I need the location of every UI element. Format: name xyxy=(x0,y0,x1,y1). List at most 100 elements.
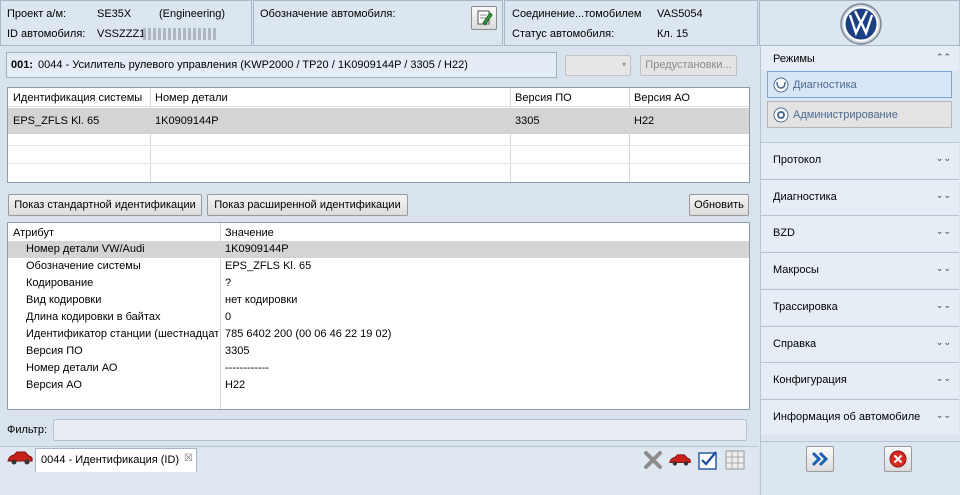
attr-name-cell: Обозначение системы xyxy=(26,260,141,272)
row-divider xyxy=(8,145,749,146)
presets-button[interactable]: Предустановки... xyxy=(640,55,737,76)
attr-name-cell: Кодирование xyxy=(26,277,94,289)
close-icon xyxy=(889,450,907,468)
project-value: SE35X xyxy=(97,8,132,20)
modes-header[interactable]: Режимы ⌃⌃ xyxy=(761,46,959,70)
modes-title: Режимы xyxy=(773,53,815,65)
vin-label: ID автомобиля: xyxy=(7,28,86,40)
module-title: 0044 - Усилитель рулевого управления (KW… xyxy=(38,59,468,71)
mode-administration[interactable]: Администрирование xyxy=(767,101,952,128)
col-header-value[interactable]: Значение xyxy=(225,227,274,239)
chevron-down-icon: ⌄⌄ xyxy=(935,299,951,310)
row-divider xyxy=(8,163,749,164)
attr-name-cell: Вид кодировки xyxy=(26,294,102,306)
sidebar-section[interactable]: Справка ⌄⌄ xyxy=(761,325,959,362)
sidebar-section[interactable]: Диагностика ⌄⌄ xyxy=(761,178,959,215)
project-mode: (Engineering) xyxy=(159,8,226,20)
col-header-hw[interactable]: Версия АО xyxy=(634,92,690,104)
sidebar-section[interactable]: Информация об автомобиле ⌄⌄ xyxy=(761,398,959,435)
mode-administration-label: Администрирование xyxy=(793,109,898,121)
attr-value-cell: 785 6402 200 (00 06 46 22 19 02) xyxy=(225,328,392,340)
show-extended-ident-button[interactable]: Показ расширенной идентификации xyxy=(207,194,408,216)
vin-value: VSSZZZ1 xyxy=(97,28,146,40)
designation-label: Обозначение автомобиля: xyxy=(260,8,396,20)
stethoscope-icon xyxy=(773,77,789,93)
attr-value-cell: ------------ xyxy=(225,362,269,374)
col-divider xyxy=(220,223,221,409)
connection-label: Соединение...томобилем xyxy=(512,8,642,20)
vw-logo xyxy=(840,3,882,45)
gear-icon xyxy=(773,107,789,123)
chevron-down-icon: ⌄⌄ xyxy=(935,153,951,163)
col-divider xyxy=(629,88,630,182)
sidebar-section[interactable]: Трассировка ⌄⌄ xyxy=(761,288,959,325)
attr-value-cell: 1K0909144P xyxy=(225,243,289,255)
attr-name-cell: Номер детали VW/Audi xyxy=(26,243,145,255)
car-icon[interactable] xyxy=(6,450,34,466)
refresh-button[interactable]: Обновить xyxy=(689,194,749,216)
tab-close-icon[interactable]: ☒ xyxy=(184,453,193,464)
tab-identification[interactable]: 0044 - Идентификация (ID) ☒ xyxy=(35,448,197,472)
header-vehicle-info: Проект а/м: SE35X (Engineering) ID автом… xyxy=(0,0,252,46)
cell-hw: H22 xyxy=(634,115,655,127)
header-connection: Соединение...томобилем VAS5054 Статус ав… xyxy=(504,0,758,46)
chevron-down-icon: ⌄⌄ xyxy=(935,226,951,237)
sidebar-section-label: Конфигурация xyxy=(773,374,847,387)
connection-value: VAS5054 xyxy=(657,8,703,20)
chevron-down-icon: ▾ xyxy=(621,60,626,69)
tab-identification-label: 0044 - Идентификация (ID) xyxy=(41,454,180,466)
show-standard-ident-button[interactable]: Показ стандартной идентификации xyxy=(8,194,202,216)
chevron-down-icon: ⌄⌄ xyxy=(935,263,951,274)
attr-value-cell: H22 xyxy=(225,379,246,391)
attr-value-cell: ? xyxy=(225,277,232,289)
filter-label: Фильтр: xyxy=(7,424,48,436)
mode-diagnostics[interactable]: Диагностика xyxy=(767,71,952,98)
filter-input[interactable] xyxy=(53,419,747,441)
sidebar: Режимы ⌃⌃ Диагностика Администрирование … xyxy=(760,46,960,441)
forward-icon xyxy=(811,451,829,467)
tools-icon[interactable] xyxy=(642,449,664,471)
header-designation: Обозначение автомобиля: xyxy=(253,0,503,46)
attr-name-cell: Номер детали АО xyxy=(26,362,118,374)
sidebar-section[interactable]: Протокол ⌄⌄ xyxy=(761,142,959,178)
sidebar-section[interactable]: BZD ⌄⌄ xyxy=(761,215,959,252)
cell-system: EPS_ZFLS Kl. 65 xyxy=(13,115,100,127)
attr-name-cell: Версия ПО xyxy=(26,345,83,357)
attr-name-cell: Длина кодировки в байтах xyxy=(26,311,161,323)
attr-name-cell: Версия АО xyxy=(26,379,82,391)
grid-icon[interactable] xyxy=(724,449,746,471)
sidebar-section[interactable]: Макросы ⌄⌄ xyxy=(761,252,959,289)
sidebar-section-label: Диагностика xyxy=(773,190,837,203)
col-divider xyxy=(510,88,511,182)
col-header-system[interactable]: Идентификация системы xyxy=(13,92,142,104)
col-header-sw[interactable]: Версия ПО xyxy=(515,92,572,104)
chevron-down-icon: ⌄⌄ xyxy=(935,409,951,420)
forward-button[interactable] xyxy=(806,446,834,472)
chevron-down-icon: ⌄⌄ xyxy=(935,373,951,384)
edit-designation-button[interactable] xyxy=(471,6,497,30)
sidebar-section-label: BZD xyxy=(773,227,795,240)
col-header-part[interactable]: Номер детали xyxy=(155,92,228,104)
attr-value-cell: 0 xyxy=(225,311,232,323)
cell-part: 1K0909144P xyxy=(155,115,219,127)
sidebar-section[interactable]: Конфигурация ⌄⌄ xyxy=(761,362,959,399)
chevron-up-icon: ⌃⌃ xyxy=(935,52,951,62)
project-label: Проект а/м: xyxy=(7,8,67,20)
attr-name-cell: Идентификатор станции (шестнадцатеричный… xyxy=(26,328,218,340)
attr-value-cell: 3305 xyxy=(225,345,250,357)
checklist-icon[interactable] xyxy=(697,449,719,471)
edit-icon xyxy=(477,10,493,26)
sidebar-footer xyxy=(760,441,960,495)
brand-panel xyxy=(759,0,960,46)
module-address: 001: xyxy=(11,59,34,71)
sidebar-section-label: Справка xyxy=(773,337,817,350)
close-button[interactable] xyxy=(884,446,912,472)
col-header-attribute[interactable]: Атрибут xyxy=(13,227,54,239)
sidebar-section-label: Макросы xyxy=(773,264,819,277)
status-value: Кл. 15 xyxy=(657,28,689,40)
module-title-box: 001: 0044 - Усилитель рулевого управлени… xyxy=(6,52,557,78)
attribute-table: Атрибут Значение Номер детали VW/Audi 1K0… xyxy=(7,222,750,410)
car-icon[interactable] xyxy=(668,452,692,468)
vin-redacted xyxy=(143,28,218,40)
module-dropdown[interactable]: ▾ xyxy=(565,55,631,76)
